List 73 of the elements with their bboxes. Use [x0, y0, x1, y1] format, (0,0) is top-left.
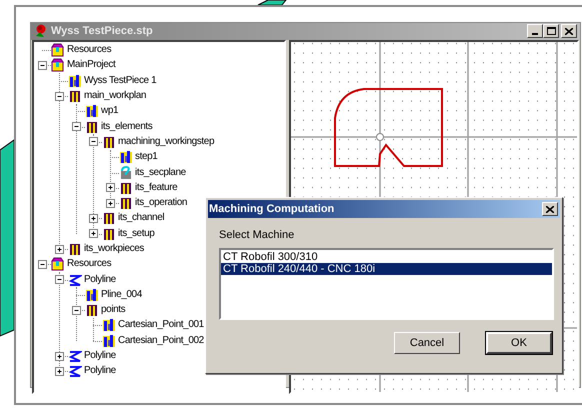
tree-item[interactable]: its_feature — [135, 180, 178, 195]
plus-box-icon[interactable] — [106, 183, 115, 192]
tree-item[interactable]: its_channel — [118, 211, 164, 226]
plus-box-icon[interactable] — [89, 214, 98, 223]
plus-box-icon[interactable] — [55, 244, 64, 254]
dialog-button[interactable]: OK — [486, 332, 552, 354]
close-icon — [546, 206, 554, 212]
minus-box-icon[interactable] — [55, 275, 64, 284]
tree-item[interactable]: points — [101, 303, 126, 318]
minus-box-icon[interactable] — [55, 92, 64, 101]
tree-item[interactable]: MainProject — [67, 58, 116, 72]
tree-item[interactable]: Cartesian_Point_001 — [118, 318, 204, 332]
tree-item[interactable]: Cartesian_Point_002 — [118, 334, 204, 348]
zigzag-icon — [68, 349, 82, 364]
tree-item[interactable]: step1 — [135, 150, 158, 164]
minus-box-icon[interactable] — [89, 137, 98, 146]
tree-item[interactable]: main_workplan — [84, 89, 146, 104]
field-label: Select Machine — [219, 228, 296, 242]
dialog-title: Machining Computation — [209, 202, 334, 217]
dialog-button[interactable]: Cancel — [394, 332, 460, 354]
tag-icon — [68, 74, 82, 88]
minus-box-icon[interactable] — [38, 260, 47, 269]
bars-icon — [68, 242, 82, 256]
minus-box-icon[interactable] — [72, 122, 81, 132]
bars-icon — [68, 89, 82, 104]
close-icon — [565, 28, 573, 35]
list-item[interactable]: CT Robofil 240/440 - CNC 180i — [221, 263, 552, 275]
tag-icon — [85, 104, 99, 118]
tag-icon — [102, 334, 116, 348]
minus-box-icon[interactable] — [72, 306, 81, 315]
bars-icon — [102, 134, 116, 149]
tree-item[interactable]: machining_workingstep — [118, 134, 214, 149]
bars-icon — [102, 211, 116, 226]
tree-item[interactable]: its_operation — [135, 196, 188, 210]
maximize-button[interactable] — [543, 24, 559, 38]
list-item[interactable]: CT Robofil 300/310 — [221, 251, 552, 263]
tag-icon — [119, 150, 133, 164]
box-icon — [51, 257, 65, 272]
bars-icon — [102, 226, 116, 241]
box-icon — [51, 58, 65, 72]
query-icon — [119, 166, 133, 180]
bars-icon — [119, 180, 133, 195]
tree-item[interactable]: Resources — [67, 43, 112, 58]
box-icon — [51, 43, 65, 58]
bars-icon — [85, 120, 99, 134]
tree-item[interactable]: its_secplane — [135, 166, 186, 180]
window-title: Wyss TestPiece.stp — [51, 24, 153, 39]
tree-item[interactable]: Polyline — [84, 272, 116, 287]
rose-icon — [34, 24, 48, 38]
tag-icon — [102, 318, 116, 332]
zigzag-icon — [68, 364, 82, 378]
tree-item[interactable]: Wyss TestPiece 1 — [84, 74, 156, 88]
bars-icon — [119, 196, 133, 210]
plus-box-icon[interactable] — [55, 366, 64, 376]
tree-item[interactable]: its_elements — [101, 120, 152, 134]
tree-item[interactable]: Polyline — [84, 349, 116, 364]
plus-box-icon[interactable] — [55, 352, 64, 361]
bars-icon — [85, 303, 99, 318]
minimize-button[interactable] — [527, 24, 543, 38]
tag-icon — [85, 288, 99, 302]
tree-item[interactable]: Resources — [67, 257, 112, 272]
close-button[interactable] — [542, 202, 558, 216]
tree-item[interactable]: its_workpieces — [84, 242, 144, 256]
tree-item[interactable]: Pline_004 — [101, 288, 142, 302]
plus-box-icon[interactable] — [89, 229, 98, 238]
minus-box-icon[interactable] — [38, 60, 47, 70]
machine-list[interactable]: CT Robofil 300/310 CT Robofil 240/440 - CNC 180i — [219, 248, 554, 320]
tree-item[interactable]: wp1 — [101, 104, 118, 118]
tree-item[interactable]: Polyline — [84, 364, 116, 378]
plus-box-icon[interactable] — [106, 198, 115, 208]
close-button[interactable] — [561, 24, 577, 38]
tree-item[interactable]: its_setup — [118, 226, 154, 241]
zigzag-icon — [68, 272, 82, 287]
